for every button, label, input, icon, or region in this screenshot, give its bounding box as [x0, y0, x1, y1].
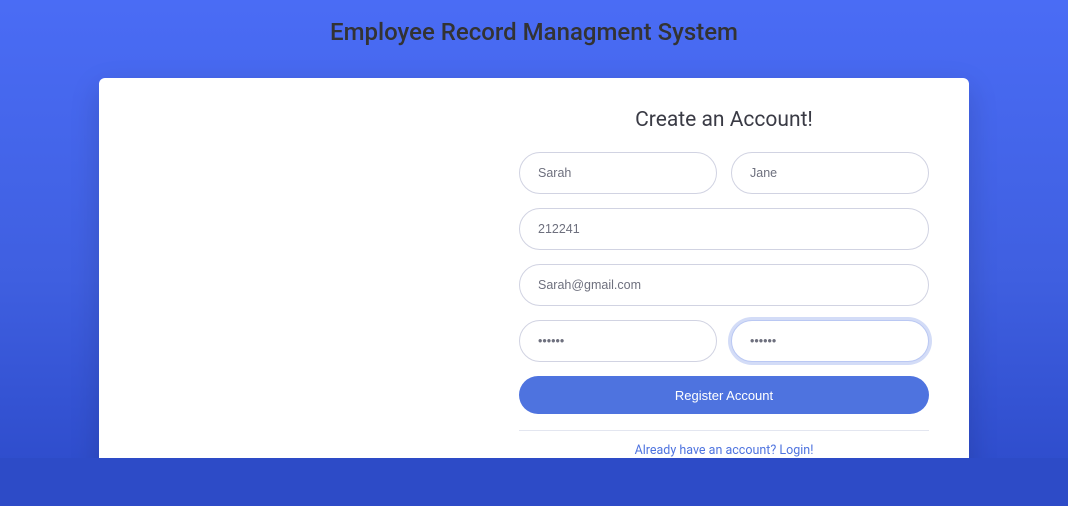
- login-link[interactable]: Already have an account? Login!: [519, 443, 929, 458]
- employee-id-input[interactable]: [519, 208, 929, 250]
- page-title: Employee Record Managment System: [0, 0, 1068, 50]
- footer-band: [0, 458, 1068, 506]
- password-input[interactable]: [519, 320, 717, 362]
- first-name-input[interactable]: [519, 152, 717, 194]
- register-button[interactable]: Register Account: [519, 376, 929, 414]
- card-image-panel: [99, 78, 479, 478]
- form-heading: Create an Account!: [519, 108, 929, 132]
- register-form-panel: Create an Account! Register Account Alre…: [479, 78, 969, 478]
- divider: [519, 430, 929, 431]
- register-card: Create an Account! Register Account Alre…: [99, 78, 969, 478]
- last-name-input[interactable]: [731, 152, 929, 194]
- password-row: [519, 320, 929, 362]
- email-input[interactable]: [519, 264, 929, 306]
- name-row: [519, 152, 929, 194]
- repeat-password-input[interactable]: [731, 320, 929, 362]
